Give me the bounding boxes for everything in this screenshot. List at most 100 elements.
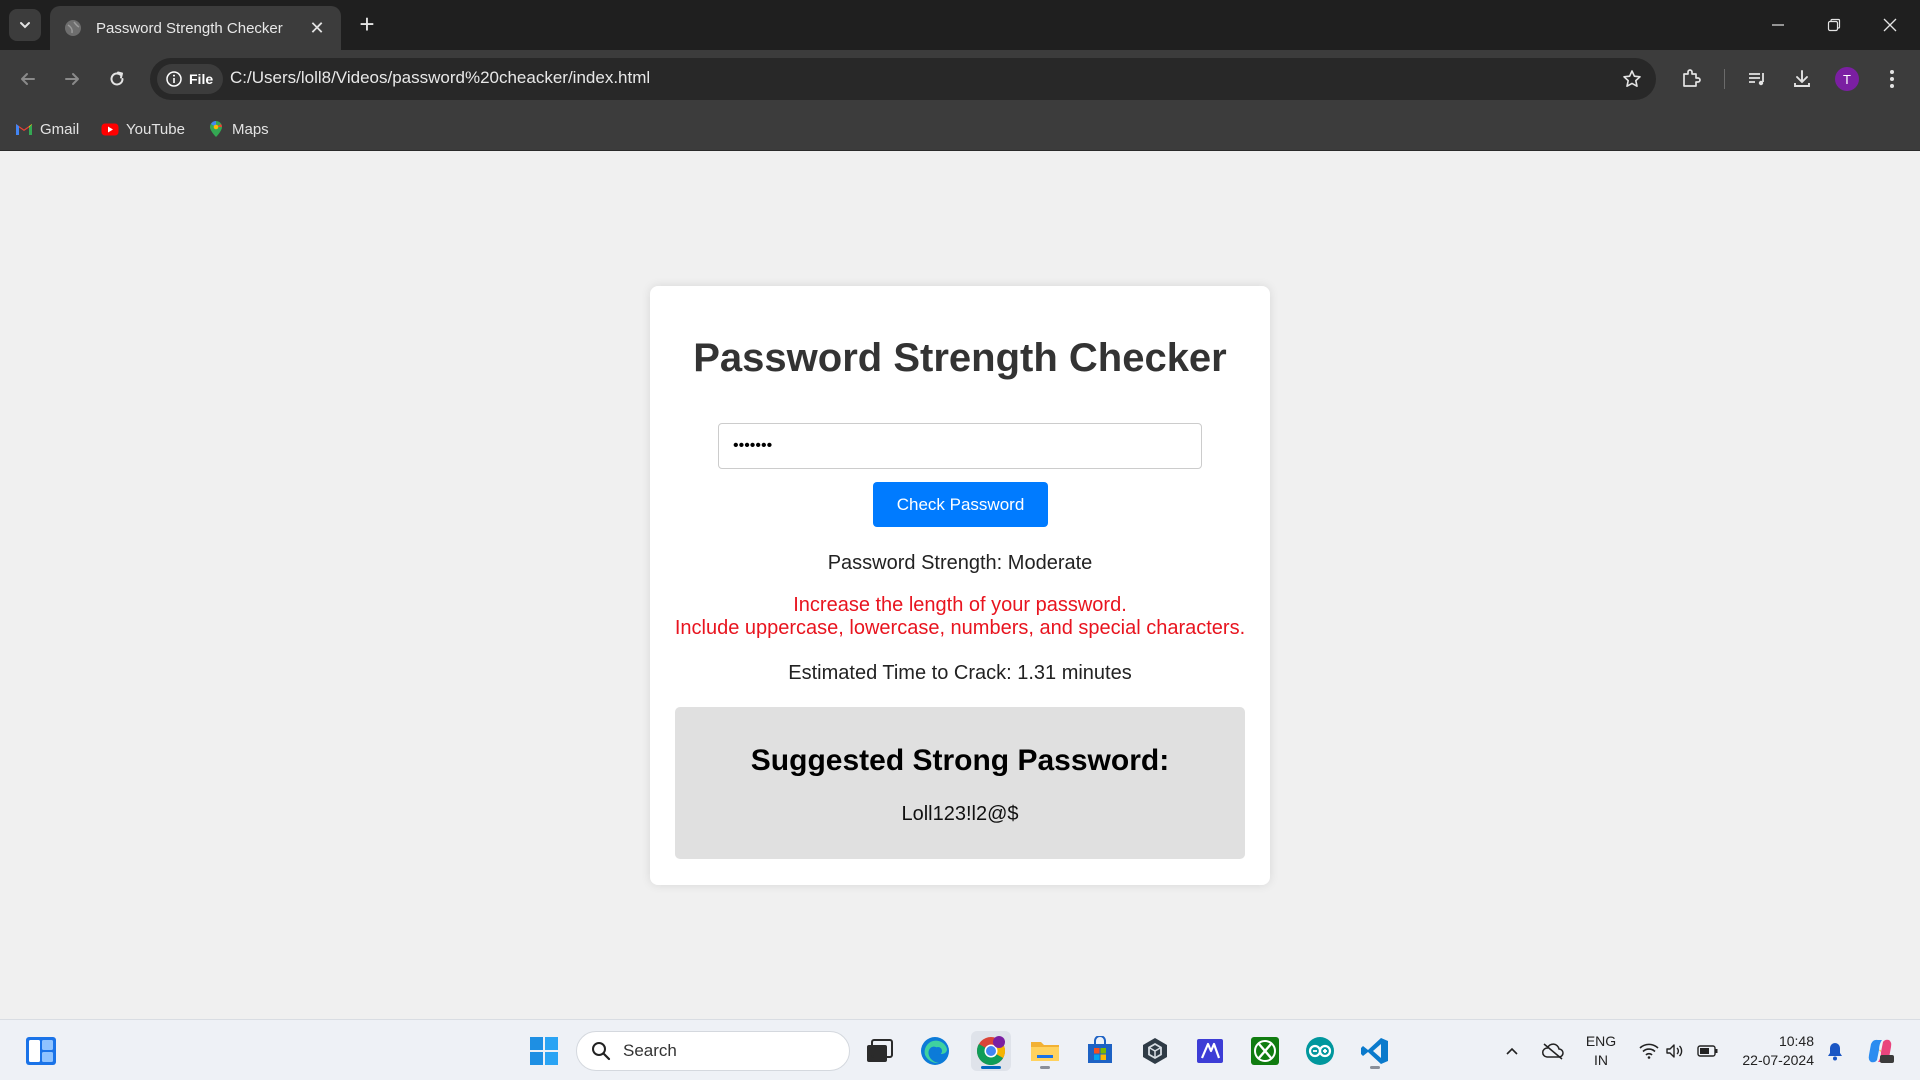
clock-time: 10:48 [1778, 1033, 1814, 1049]
downloads-button[interactable] [1790, 67, 1814, 91]
chevron-down-icon [20, 22, 30, 29]
search-icon [592, 1042, 611, 1061]
password-input[interactable] [718, 423, 1202, 469]
check-password-button[interactable]: Check Password [873, 482, 1048, 527]
search-placeholder: Search [623, 1041, 677, 1060]
puzzle-icon [1683, 69, 1701, 87]
notifications-button[interactable] [1822, 1020, 1848, 1080]
new-tab-button[interactable]: + [352, 10, 382, 40]
microsoft-store-icon [1088, 1036, 1112, 1063]
taskbar-app-chrome[interactable] [971, 1031, 1011, 1071]
tab-title: Password Strength Checker [96, 19, 283, 37]
running-indicator [1370, 1066, 1380, 1069]
feedback-item: Include uppercase, lowercase, numbers, a… [674, 617, 1246, 639]
bookmark-label: Gmail [40, 120, 80, 138]
running-indicator [981, 1066, 1001, 1069]
input-language-indicator[interactable]: ENG IN [1574, 1032, 1628, 1070]
task-view-icon [867, 1039, 893, 1062]
browser-tab-strip: Password Strength Checker ✕ + [0, 0, 1920, 50]
minimize-icon [1772, 24, 1784, 26]
profile-avatar[interactable]: T [1835, 67, 1859, 91]
browser-menu-button[interactable] [1880, 67, 1904, 91]
bookmark-gmail[interactable]: Gmail [15, 116, 79, 142]
system-clock[interactable]: 10:48 22-07-2024 [1726, 1032, 1814, 1070]
close-icon [1883, 18, 1897, 32]
feedback-list: Increase the length of your password. In… [650, 594, 1270, 640]
suggested-password-value[interactable]: Loll123!l2@$ [675, 803, 1245, 826]
arduino-icon [1306, 1037, 1334, 1065]
unity-icon [1143, 1038, 1167, 1064]
youtube-icon [101, 123, 119, 136]
crack-time-estimate: Estimated Time to Crack: 1.31 minutes [788, 662, 1132, 684]
suggested-password-box: Suggested Strong Password: Loll123!l2@$ [675, 707, 1245, 859]
gmail-icon [16, 124, 32, 135]
bookmark-maps[interactable]: Maps [207, 116, 269, 142]
url-text[interactable]: C:/Users/loll8/Videos/password%20cheacke… [230, 68, 650, 88]
taskbar-search[interactable]: Search [576, 1031, 850, 1071]
bookmark-youtube[interactable]: YouTube [101, 116, 185, 142]
speaker-icon [1666, 1043, 1683, 1058]
back-button[interactable] [13, 64, 43, 94]
cloud-offline-icon [1542, 1042, 1564, 1060]
region-code: IN [1594, 1052, 1608, 1068]
taskbar-app-edge[interactable] [915, 1031, 955, 1071]
visual-studio-icon [1197, 1039, 1223, 1063]
taskbar-app-unity[interactable] [1135, 1031, 1175, 1071]
bookmark-star-icon[interactable] [1622, 69, 1642, 89]
reload-icon [110, 71, 124, 86]
extensions-button[interactable] [1679, 67, 1703, 91]
taskbar-app-vscode[interactable] [1355, 1031, 1395, 1071]
close-window-button[interactable] [1862, 0, 1918, 50]
minimize-button[interactable] [1750, 0, 1806, 50]
restore-icon [1827, 18, 1841, 32]
address-bar[interactable]: File C:/Users/loll8/Videos/password%20ch… [150, 58, 1656, 100]
password-checker-card: Password Strength Checker Check Password… [650, 286, 1270, 885]
battery-status[interactable] [1694, 1020, 1722, 1080]
page-viewport: Password Strength Checker Check Password… [0, 151, 1920, 1019]
tab-password-strength-checker[interactable]: Password Strength Checker ✕ [50, 6, 341, 50]
restore-button[interactable] [1806, 0, 1862, 50]
bookmark-label: YouTube [126, 120, 185, 138]
start-button[interactable] [524, 1031, 564, 1071]
queue-music-icon [1749, 73, 1764, 86]
forward-button[interactable] [57, 64, 87, 94]
more-vertical-icon [1890, 70, 1894, 88]
volume-control[interactable] [1662, 1020, 1688, 1080]
taskbar-app-arduino[interactable] [1300, 1031, 1340, 1071]
taskbar-app-store[interactable] [1080, 1031, 1120, 1071]
network-status[interactable] [1636, 1020, 1662, 1080]
copilot-icon [1868, 1039, 1894, 1063]
toolbar-divider [1724, 69, 1725, 89]
scheme-label: File [189, 71, 214, 87]
bookmark-label: Maps [232, 120, 269, 138]
start-icon [530, 1037, 558, 1065]
taskbar-app-file-explorer[interactable] [1025, 1031, 1065, 1071]
bookmarks-bar: Gmail YouTube Maps [0, 108, 1920, 151]
taskbar-app-xbox[interactable] [1245, 1031, 1285, 1071]
feedback-item: Increase the length of your password. [793, 594, 1127, 616]
taskbar-app-visual-studio[interactable] [1190, 1031, 1230, 1071]
arrow-left-icon [21, 73, 35, 85]
widgets-button[interactable] [21, 1031, 61, 1071]
suggested-password-heading: Suggested Strong Password: [750, 744, 1170, 777]
site-info-chip[interactable]: File [157, 64, 223, 94]
show-hidden-icons-button[interactable] [1500, 1020, 1524, 1080]
task-view-button[interactable] [859, 1031, 899, 1071]
tab-search-button[interactable] [9, 9, 41, 41]
onedrive-status-button[interactable] [1538, 1020, 1568, 1080]
copilot-button[interactable] [1862, 1020, 1898, 1080]
media-controls-button[interactable] [1745, 67, 1769, 91]
download-icon [1794, 70, 1810, 87]
browser-toolbar: File C:/Users/loll8/Videos/password%20ch… [0, 50, 1920, 108]
vscode-icon [1361, 1038, 1388, 1064]
reload-button[interactable] [102, 64, 132, 94]
taskbar: Search ENG IN 10:48 22-07-2024 [0, 1019, 1920, 1080]
chevron-up-icon [1506, 1047, 1518, 1055]
widgets-icon [26, 1037, 56, 1065]
globe-icon [65, 20, 81, 36]
file-explorer-icon [1031, 1042, 1059, 1061]
tab-close-icon[interactable]: ✕ [307, 18, 327, 39]
page-title: Password Strength Checker [693, 336, 1227, 380]
wifi-icon [1639, 1043, 1659, 1059]
info-icon [166, 71, 182, 87]
